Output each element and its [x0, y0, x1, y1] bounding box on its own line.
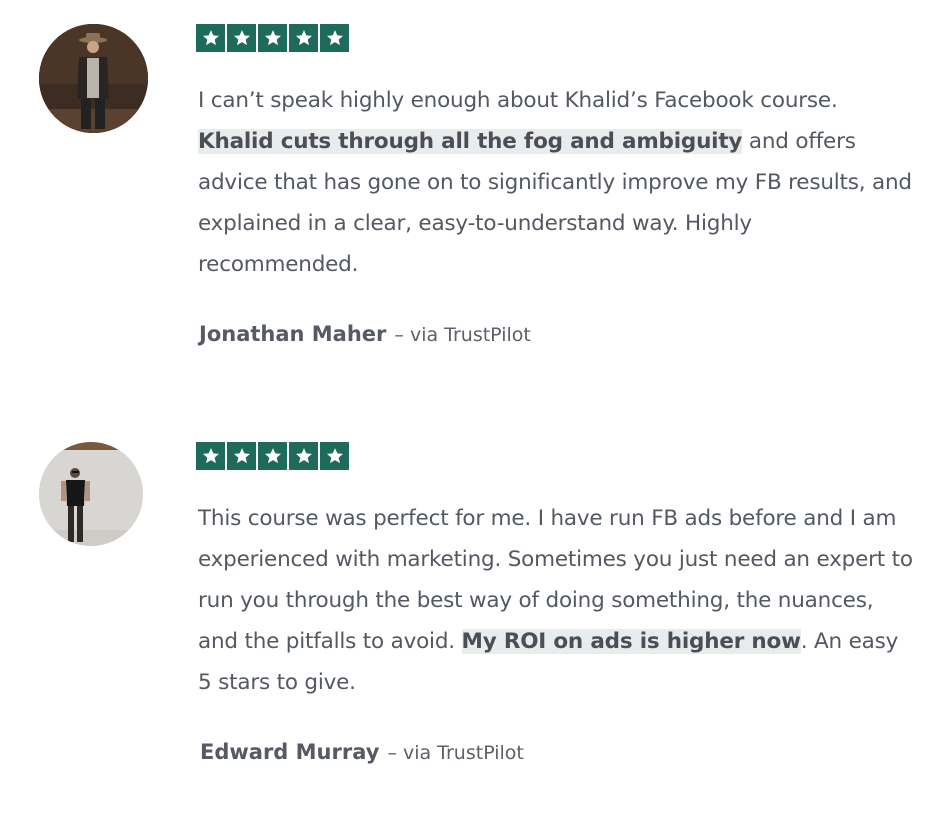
star-icon [289, 24, 318, 52]
review-attribution: Jonathan Maher – via TrustPilot [199, 316, 531, 353]
person-portrait-icon [39, 442, 143, 546]
star-icon [227, 24, 256, 52]
star-icon [320, 442, 349, 470]
person-portrait-icon [39, 24, 148, 133]
review-text: I can’t speak highly enough about Khalid… [198, 80, 918, 285]
star-icon [196, 442, 225, 470]
reviewer-avatar [39, 24, 148, 133]
review-highlight: Khalid cuts through all the fog and ambi… [198, 129, 743, 154]
reviewer-name: Edward Murray [200, 740, 380, 764]
review-highlight: My ROI on ads is higher now [461, 629, 801, 654]
review-text: This course was perfect for me. I have r… [198, 498, 918, 703]
star-rating [196, 442, 349, 470]
star-icon [320, 24, 349, 52]
review-source: – via TrustPilot [394, 324, 531, 346]
star-icon [258, 442, 287, 470]
star-rating [196, 24, 349, 52]
review-text-start: I can’t speak highly enough about Khalid… [198, 88, 838, 113]
reviewer-avatar [39, 442, 143, 546]
star-icon [196, 24, 225, 52]
review-attribution: Edward Murray – via TrustPilot [200, 734, 524, 771]
review-source: – via TrustPilot [387, 742, 524, 764]
star-icon [258, 24, 287, 52]
star-icon [227, 442, 256, 470]
star-icon [289, 442, 318, 470]
reviewer-name: Jonathan Maher [199, 322, 387, 346]
